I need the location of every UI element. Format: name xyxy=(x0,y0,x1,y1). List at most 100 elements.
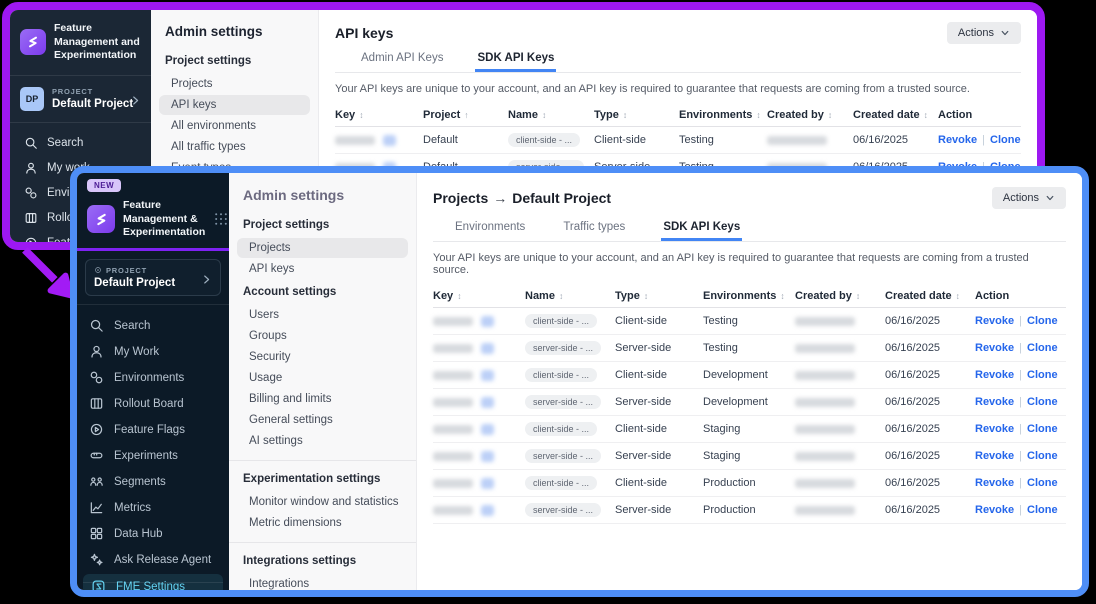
revoke-link[interactable]: Revoke xyxy=(975,423,1014,435)
clone-link[interactable]: Clone xyxy=(1027,396,1058,408)
clone-link[interactable]: Clone xyxy=(990,134,1021,146)
type-cell: Server-side xyxy=(615,342,703,354)
admin-panel-item[interactable]: API keys xyxy=(159,95,310,115)
column-header[interactable]: Created date ↕ xyxy=(853,109,938,121)
clone-link[interactable]: Clone xyxy=(1027,504,1058,516)
clone-link[interactable]: Clone xyxy=(1027,342,1058,354)
environment-cell: Staging xyxy=(703,423,795,435)
sidebar-item[interactable]: Segments xyxy=(77,469,229,495)
revoke-link[interactable]: Revoke xyxy=(938,134,977,146)
breadcrumb-parent[interactable]: Projects xyxy=(433,190,488,206)
sidebar-item[interactable]: Ask Release Agent xyxy=(77,547,229,573)
project-label: PROJECT xyxy=(106,266,147,275)
sidebar-item[interactable]: My Work xyxy=(77,339,229,365)
sidebar-item[interactable]: Data Hub xyxy=(77,521,229,547)
key-redacted xyxy=(433,317,473,326)
admin-panel-item[interactable]: Integrations xyxy=(237,574,408,590)
column-header[interactable]: Key ↕ xyxy=(335,109,423,121)
sidebar-item[interactable]: Environments xyxy=(77,365,229,391)
sort-icon: ↕ xyxy=(756,110,760,120)
admin-panel-item[interactable]: Monitor window and statistics xyxy=(237,492,408,512)
column-header[interactable]: Created date ↕ xyxy=(885,290,975,302)
revoke-link[interactable]: Revoke xyxy=(975,477,1014,489)
revoke-link[interactable]: Revoke xyxy=(975,450,1014,462)
admin-section: Experimentation settings Monitor window … xyxy=(229,460,416,533)
column-header[interactable]: Created by ↕ xyxy=(767,109,853,121)
revoke-link[interactable]: Revoke xyxy=(975,315,1014,327)
actions-button[interactable]: Actions xyxy=(992,187,1066,209)
created-date-cell: 06/16/2025 xyxy=(885,342,975,354)
sidebar-item-label: Metrics xyxy=(114,502,151,514)
sidebar-item[interactable]: Feature Flags xyxy=(77,417,229,443)
admin-panel-item[interactable]: Projects xyxy=(237,238,408,258)
admin-section-heading: Integrations settings xyxy=(229,549,416,573)
copy-icon[interactable] xyxy=(481,343,494,354)
tab[interactable]: Traffic types xyxy=(561,221,627,241)
copy-icon[interactable] xyxy=(481,478,494,489)
admin-panel-item[interactable]: Users xyxy=(237,305,408,325)
key-redacted xyxy=(335,136,375,145)
column-header[interactable]: Type ↕ xyxy=(594,109,679,121)
target-icon xyxy=(94,266,102,274)
column-header[interactable]: Key ↕ xyxy=(433,290,525,302)
clone-link[interactable]: Clone xyxy=(1027,369,1058,381)
column-header[interactable]: Action xyxy=(938,109,1021,121)
copy-icon[interactable] xyxy=(481,370,494,381)
user-icon xyxy=(89,344,104,359)
column-header[interactable]: Type ↕ xyxy=(615,290,703,302)
copy-icon[interactable] xyxy=(481,424,494,435)
copy-icon[interactable] xyxy=(481,451,494,462)
sidebar-item[interactable]: Metrics xyxy=(77,495,229,521)
admin-panel-item[interactable]: All environments xyxy=(159,116,310,136)
copy-icon[interactable] xyxy=(481,505,494,516)
agent-icon xyxy=(89,552,104,567)
column-header[interactable]: Project ↑ xyxy=(423,109,508,121)
admin-panel-item[interactable]: General settings xyxy=(237,410,408,430)
clone-link[interactable]: Clone xyxy=(1027,423,1058,435)
created-by-redacted xyxy=(767,136,827,145)
sidebar-item[interactable]: Search xyxy=(10,131,151,156)
tab[interactable]: SDK API Keys xyxy=(661,221,742,241)
metrics-icon xyxy=(89,500,104,515)
admin-settings-title: Admin settings xyxy=(229,185,416,213)
revoke-link[interactable]: Revoke xyxy=(975,396,1014,408)
admin-panel-item[interactable]: Billing and limits xyxy=(237,389,408,409)
admin-panel-item[interactable]: Metric dimensions xyxy=(237,513,408,533)
admin-panel-item[interactable]: All traffic types xyxy=(159,137,310,157)
copy-icon[interactable] xyxy=(481,316,494,327)
sidebar-item[interactable]: Rollout Board xyxy=(77,391,229,417)
sidebar-item[interactable]: Search xyxy=(77,313,229,339)
project-selector[interactable]: PROJECT Default Project xyxy=(85,259,221,296)
copy-icon[interactable] xyxy=(383,135,396,146)
column-header[interactable]: Name ↕ xyxy=(508,109,594,121)
admin-panel-item[interactable]: AI settings xyxy=(237,431,408,451)
clone-link[interactable]: Clone xyxy=(1027,450,1058,462)
admin-panel-item[interactable]: API keys xyxy=(237,259,408,279)
sort-icon: ↕ xyxy=(956,291,960,301)
column-header[interactable]: Action xyxy=(975,290,1066,302)
column-header[interactable]: Created by ↕ xyxy=(795,290,885,302)
revoke-link[interactable]: Revoke xyxy=(975,504,1014,516)
admin-panel-item[interactable]: Projects xyxy=(159,74,310,94)
sidebar-item-label: Experiments xyxy=(114,450,178,462)
old-tab-bar: Admin API Keys SDK API Keys xyxy=(335,52,1021,73)
copy-icon[interactable] xyxy=(481,397,494,408)
admin-panel-item[interactable]: Security xyxy=(237,347,408,367)
column-header[interactable]: Environments ↕ xyxy=(703,290,795,302)
revoke-link[interactable]: Revoke xyxy=(975,342,1014,354)
clone-link[interactable]: Clone xyxy=(1027,477,1058,489)
admin-panel-item[interactable]: Usage xyxy=(237,368,408,388)
column-header[interactable]: Environments ↕ xyxy=(679,109,767,121)
actions-button[interactable]: Actions xyxy=(947,22,1021,44)
sidebar-item[interactable]: Experiments xyxy=(77,443,229,469)
tab[interactable]: SDK API Keys xyxy=(475,52,556,72)
grid-icon[interactable] xyxy=(213,211,229,227)
admin-panel-item[interactable]: Groups xyxy=(237,326,408,346)
column-header[interactable]: Name ↕ xyxy=(525,290,615,302)
clone-link[interactable]: Clone xyxy=(1027,315,1058,327)
tab[interactable]: Admin API Keys xyxy=(359,52,445,72)
revoke-link[interactable]: Revoke xyxy=(975,369,1014,381)
tab[interactable]: Environments xyxy=(453,221,527,241)
project-selector[interactable]: DP PROJECT Default Project xyxy=(10,80,151,118)
type-cell: Client-side xyxy=(615,369,703,381)
